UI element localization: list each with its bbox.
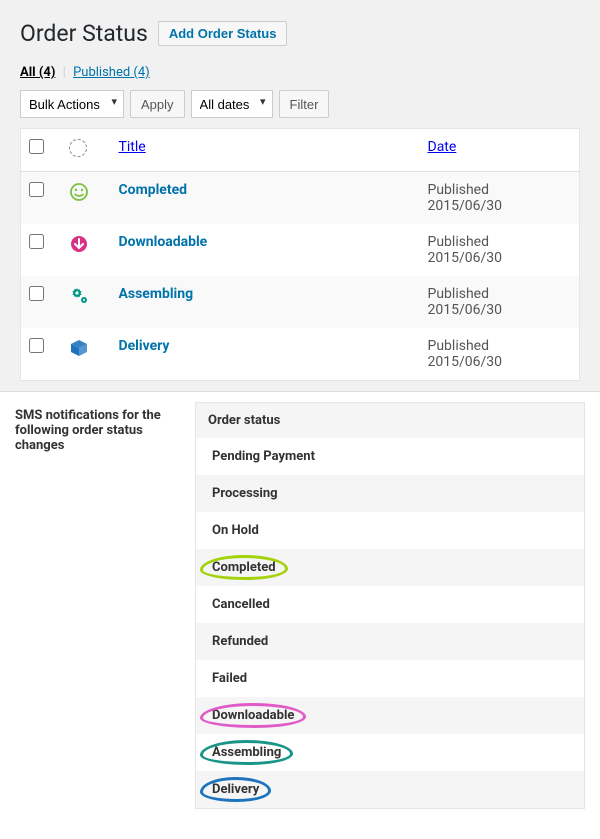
- status-row[interactable]: Cancelled: [196, 586, 584, 623]
- status-row[interactable]: On Hold: [196, 512, 584, 549]
- table-row: Delivery Published2015/06/30: [21, 328, 580, 381]
- table-body: Completed Published2015/06/30 Downloadab…: [21, 172, 580, 381]
- select-all-checkbox[interactable]: [29, 139, 44, 154]
- settings-label: SMS notifications for the following orde…: [15, 402, 195, 809]
- order-status-title-link[interactable]: Completed: [119, 182, 188, 198]
- divider: |: [59, 65, 70, 80]
- table-header-row: Title Date: [21, 129, 580, 172]
- table-row: Downloadable Published2015/06/30: [21, 224, 580, 276]
- top-panel: Order Status Add Order Status All (4) | …: [0, 0, 600, 391]
- page-header: Order Status Add Order Status: [20, 20, 580, 47]
- filter-published-link[interactable]: Published (4): [73, 65, 150, 80]
- status-label: Assembling: [208, 744, 285, 761]
- date-cell: Published2015/06/30: [420, 224, 580, 276]
- bulk-actions-wrap: Bulk Actions: [20, 90, 124, 118]
- status-row[interactable]: Completed: [196, 549, 584, 586]
- status-label: On Hold: [208, 522, 263, 539]
- status-label: Cancelled: [208, 596, 274, 613]
- add-order-status-button[interactable]: Add Order Status: [158, 21, 288, 46]
- page-wrapper: Order Status Add Order Status All (4) | …: [0, 0, 600, 839]
- row-checkbox[interactable]: [29, 234, 44, 249]
- cube-icon: [69, 338, 89, 362]
- order-status-title-link[interactable]: Assembling: [119, 286, 194, 302]
- bulk-controls: Bulk Actions Apply All dates Filter: [20, 90, 580, 118]
- status-list: Order status Pending Payment Processing On…: [195, 402, 585, 809]
- status-label: Pending Payment: [208, 448, 319, 465]
- status-label: Failed: [208, 670, 251, 687]
- order-status-title-link[interactable]: Delivery: [119, 338, 170, 354]
- status-row[interactable]: Refunded: [196, 623, 584, 660]
- date-filter-wrap: All dates: [191, 90, 273, 118]
- sort-title-link[interactable]: Title: [119, 139, 146, 155]
- date-cell: Published2015/06/30: [420, 328, 580, 381]
- bulk-actions-select[interactable]: Bulk Actions: [20, 90, 124, 118]
- date-cell: Published2015/06/30: [420, 276, 580, 328]
- status-label: Completed: [208, 559, 280, 576]
- icon-column-header: [69, 139, 87, 157]
- smiley-icon: [69, 182, 89, 206]
- status-row[interactable]: Assembling: [196, 734, 584, 771]
- filter-button[interactable]: Filter: [279, 90, 330, 118]
- status-label: Processing: [208, 485, 282, 502]
- order-status-title-link[interactable]: Downloadable: [119, 234, 208, 250]
- subsub-filters: All (4) | Published (4): [20, 65, 580, 80]
- arrow-down-circle-icon: [69, 234, 89, 258]
- status-row[interactable]: Delivery: [196, 771, 584, 808]
- date-filter-select[interactable]: All dates: [191, 90, 273, 118]
- bottom-panel: SMS notifications for the following orde…: [0, 391, 600, 839]
- page-title: Order Status: [20, 20, 148, 47]
- status-label: Downloadable: [208, 707, 298, 724]
- status-row[interactable]: Pending Payment: [196, 438, 584, 475]
- filter-all-link[interactable]: All (4): [20, 65, 55, 80]
- order-status-table: Title Date Completed Published2015/06/30…: [20, 128, 580, 381]
- status-label: Refunded: [208, 633, 272, 650]
- gears-icon: [69, 286, 89, 310]
- status-row[interactable]: Processing: [196, 475, 584, 512]
- status-row[interactable]: Failed: [196, 660, 584, 697]
- row-checkbox[interactable]: [29, 182, 44, 197]
- sort-date-link[interactable]: Date: [428, 139, 457, 155]
- table-row: Completed Published2015/06/30: [21, 172, 580, 225]
- status-label: Delivery: [208, 781, 263, 798]
- date-cell: Published2015/06/30: [420, 172, 580, 225]
- status-list-header: Order status: [196, 403, 584, 438]
- row-checkbox[interactable]: [29, 338, 44, 353]
- apply-button[interactable]: Apply: [130, 90, 185, 118]
- table-row: Assembling Published2015/06/30: [21, 276, 580, 328]
- row-checkbox[interactable]: [29, 286, 44, 301]
- status-row[interactable]: Downloadable: [196, 697, 584, 734]
